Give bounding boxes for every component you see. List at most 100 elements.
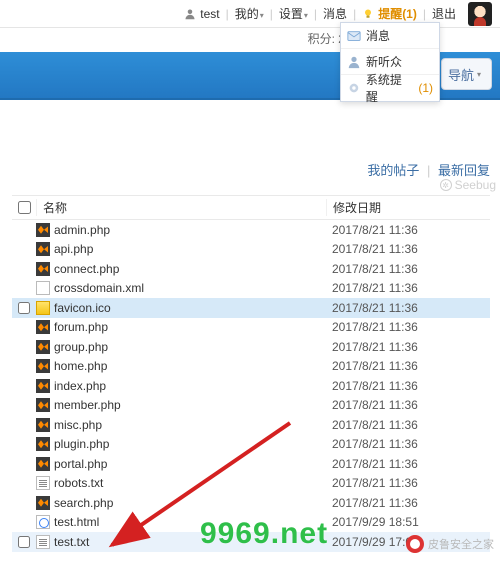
username-link[interactable]: test (200, 7, 219, 21)
gear-icon (347, 81, 361, 95)
file-name-cell: index.php (36, 379, 326, 393)
dropdown-label: 消息 (366, 27, 390, 44)
file-name: robots.txt (54, 476, 103, 490)
file-name-cell: crossdomain.xml (36, 281, 326, 295)
file-name: admin.php (54, 223, 110, 237)
st-file-icon (36, 457, 50, 471)
corner-text: 皮鲁安全之家 (428, 536, 494, 552)
settings-label: 设置 (279, 7, 303, 21)
dropdown-label: 系统提醒 (366, 71, 413, 105)
file-row[interactable]: forum.php 2017/8/21 11:36 (12, 318, 490, 338)
file-date: 2017/8/21 11:36 (326, 476, 490, 490)
file-row[interactable]: portal.php 2017/8/21 11:36 (12, 454, 490, 474)
nav-pill[interactable]: 导航▾ (441, 58, 492, 90)
file-name: favicon.ico (54, 301, 111, 315)
file-name: connect.php (54, 262, 119, 276)
mine-link[interactable]: 我的▾ (235, 5, 264, 22)
file-name-cell: plugin.php (36, 437, 326, 451)
header-date[interactable]: 修改日期 (326, 199, 490, 216)
dropdown-label: 新听众 (366, 53, 402, 70)
file-name: portal.php (54, 457, 107, 471)
file-name-cell: search.php (36, 496, 326, 510)
alerts-link[interactable]: 提醒(1) (378, 5, 417, 22)
file-row[interactable]: search.php 2017/8/21 11:36 (12, 493, 490, 513)
st-file-icon (36, 496, 50, 510)
file-row[interactable]: api.php2017/8/21 11:36 (12, 240, 490, 260)
file-date: 2017/8/21 11:36 (326, 418, 490, 432)
user-icon (184, 8, 196, 20)
watermark-text: Seebug (455, 178, 496, 192)
file-row[interactable]: group.php 2017/8/21 11:36 (12, 337, 490, 357)
chevron-down-icon: ▾ (477, 70, 481, 79)
file-date: 2017/9/29 18:51 (326, 515, 490, 529)
row-checkbox[interactable] (12, 536, 36, 548)
txt-file-icon (36, 535, 50, 549)
file-name: member.php (54, 398, 121, 412)
file-pane: 名称 修改日期 admin.php2017/8/21 11:36api.php2… (12, 195, 490, 555)
file-date: 2017/8/21 11:36 (326, 379, 490, 393)
file-name-cell: portal.php (36, 457, 326, 471)
file-name-cell: api.php (36, 242, 326, 256)
file-name: forum.php (54, 320, 108, 334)
file-name-cell: robots.txt (36, 476, 326, 490)
file-date: 2017/8/21 11:36 (326, 340, 490, 354)
file-row[interactable]: crossdomain.xml2017/8/21 11:36 (12, 279, 490, 299)
file-row[interactable]: favicon.ico2017/8/21 11:36 (12, 298, 490, 318)
file-row[interactable]: connect.php 2017/8/21 11:36 (12, 259, 490, 279)
header-name[interactable]: 名称 (36, 199, 326, 216)
file-name: group.php (54, 340, 108, 354)
st-file-icon (36, 262, 50, 276)
html-file-icon (36, 515, 50, 529)
settings-link[interactable]: 设置▾ (279, 5, 308, 22)
file-date: 2017/8/21 11:36 (326, 457, 490, 471)
file-row[interactable]: robots.txt 2017/8/21 11:36 (12, 474, 490, 494)
myposts-link[interactable]: 我的帖子 (367, 163, 419, 178)
file-row[interactable]: plugin.php 2017/8/21 11:36 (12, 435, 490, 455)
file-row[interactable]: index.php2017/8/21 11:36 (12, 376, 490, 396)
mine-label: 我的 (235, 7, 259, 21)
file-date: 2017/8/21 11:36 (326, 437, 490, 451)
st-file-icon (36, 242, 50, 256)
latest-link[interactable]: 最新回复 (438, 163, 490, 178)
file-date: 2017/8/21 11:36 (326, 281, 490, 295)
bulb-icon (362, 8, 374, 20)
file-date: 2017/8/21 11:36 (326, 496, 490, 510)
st-file-icon (36, 359, 50, 373)
dropdown-item-messages[interactable]: 消息 (341, 23, 439, 49)
file-row[interactable]: member.php 2017/8/21 11:36 (12, 396, 490, 416)
file-row[interactable]: misc.php2017/8/21 11:36 (12, 415, 490, 435)
st-file-icon (36, 418, 50, 432)
avatar[interactable] (468, 2, 492, 26)
file-name: api.php (54, 242, 93, 256)
overlay-url: 9969.net (200, 517, 328, 551)
file-row[interactable]: home.php2017/8/21 11:36 (12, 357, 490, 377)
file-list: admin.php2017/8/21 11:36api.php2017/8/21… (12, 220, 490, 555)
file-name-cell: group.php (36, 340, 326, 354)
sep: | (353, 7, 356, 21)
file-date: 2017/8/21 11:36 (326, 359, 490, 373)
file-name-cell: connect.php (36, 262, 326, 276)
dropdown-count: (1) (418, 81, 433, 95)
header-checkbox[interactable] (12, 201, 36, 214)
file-date: 2017/8/21 11:36 (326, 320, 490, 334)
file-name: plugin.php (54, 437, 109, 451)
dropdown-item-sysalert[interactable]: 系统提醒(1) (341, 75, 439, 101)
row-checkbox[interactable] (12, 302, 36, 314)
mail-icon (347, 29, 361, 43)
user-icon (347, 55, 361, 69)
logout-link[interactable]: 退出 (432, 5, 456, 22)
file-date: 2017/8/21 11:36 (326, 398, 490, 412)
file-name-cell: member.php (36, 398, 326, 412)
file-name-cell: forum.php (36, 320, 326, 334)
file-row[interactable]: admin.php 2017/8/21 11:36 (12, 220, 490, 240)
chevron-down-icon: ▾ (260, 11, 264, 20)
file-date: 2017/8/21 11:36 (326, 262, 490, 276)
file-header: 名称 修改日期 (12, 196, 490, 220)
st-file-icon (36, 398, 50, 412)
file-date: 2017/8/21 11:36 (326, 223, 490, 237)
messages-link[interactable]: 消息 (323, 5, 347, 22)
file-name: search.php (54, 496, 113, 510)
st-file-icon (36, 223, 50, 237)
blank-file-icon (36, 281, 50, 295)
mid-links: 我的帖子 | 最新回复 (367, 160, 490, 179)
